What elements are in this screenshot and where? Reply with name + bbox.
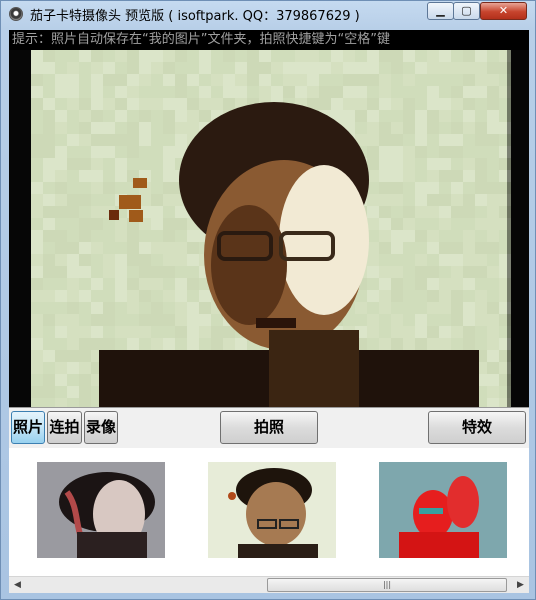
maximize-button[interactable]: ▢ [453, 2, 480, 20]
minimize-button[interactable]: ▁ [427, 2, 454, 20]
horizontal-scrollbar[interactable]: ◀ ||| ▶ [9, 576, 529, 593]
minimize-icon: ▁ [436, 4, 445, 17]
tab-burst[interactable]: 连拍 [47, 411, 82, 444]
thumbnail-strip [9, 448, 529, 576]
tab-photo[interactable]: 照片 [11, 411, 45, 444]
close-button[interactable]: ✕ [480, 2, 527, 20]
toolbar: 照片 连拍 录像 拍照 特效 [9, 407, 529, 448]
mosaic-preview-image [9, 50, 529, 407]
thumbnail-thermal[interactable] [379, 462, 507, 558]
client-area: 提示：照片自动保存在“我的图片”文件夹，拍照快捷键为“空格”键 照片 连拍 录像… [9, 30, 529, 593]
capture-button[interactable]: 拍照 [220, 411, 318, 444]
scroll-left-icon[interactable]: ◀ [9, 577, 26, 593]
thumbnail-pinch[interactable] [208, 462, 336, 558]
maximize-icon: ▢ [461, 4, 472, 17]
thumbnail-pinch-image [208, 462, 336, 558]
camera-preview[interactable] [9, 50, 529, 407]
app-window: 茄子卡特摄像头 预览版 ( isoftpark. QQ：379867629 ) … [0, 0, 536, 600]
scroll-thumb[interactable]: ||| [267, 578, 507, 592]
thumbnail-distorted[interactable] [37, 462, 165, 558]
hint-text: 提示：照片自动保存在“我的图片”文件夹，拍照快捷键为“空格”键 [9, 30, 529, 50]
thumbnail-distorted-image [37, 462, 165, 558]
thumbnail-thermal-image [379, 462, 507, 558]
tab-record[interactable]: 录像 [84, 411, 118, 444]
camera-icon [9, 7, 23, 21]
effects-button[interactable]: 特效 [428, 411, 526, 444]
window-title: 茄子卡特摄像头 预览版 ( isoftpark. QQ：379867629 ) [30, 9, 360, 24]
close-icon: ✕ [498, 4, 509, 17]
scroll-right-icon[interactable]: ▶ [512, 577, 529, 593]
title-bar[interactable]: 茄子卡特摄像头 预览版 ( isoftpark. QQ：379867629 ) … [1, 1, 536, 27]
